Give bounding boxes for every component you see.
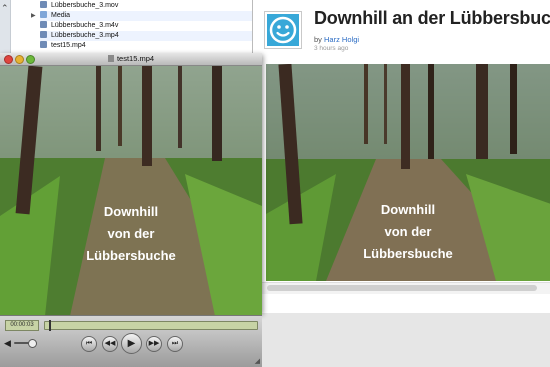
horizontal-scrollbar[interactable] [253, 282, 550, 294]
fast-forward-icon: ▶▶ [148, 340, 160, 347]
volume-slider[interactable] [14, 339, 37, 348]
volume-icon: ◀ [4, 338, 11, 348]
file-row[interactable]: test15.mp4 [40, 41, 262, 51]
previous-button[interactable]: ⏮ [81, 336, 97, 352]
previous-icon: ⏮ [85, 340, 93, 347]
file-name: test15.mp4 [51, 42, 86, 49]
movie-file-icon [40, 21, 47, 28]
playhead-scrubber[interactable] [44, 320, 258, 331]
video-frame: Downhill von der Lübbersbuche [0, 66, 262, 316]
play-icon: ▶ [127, 338, 136, 349]
file-row[interactable]: Lübbersbuche_3.m4v [40, 21, 262, 31]
movie-file-icon [40, 1, 47, 8]
movie-view[interactable]: Downhill von der Lübbersbuche [0, 66, 262, 316]
file-name: Media [51, 12, 71, 19]
window-titlebar[interactable]: test15.mp4 [0, 53, 262, 66]
upload-time: 3 hours ago [314, 45, 349, 52]
window-title-text: test15.mp4 [116, 54, 155, 63]
video-caption-line-3: Lübbersbuche [86, 248, 176, 263]
folder-icon [40, 11, 47, 18]
video-caption-line-1: Downhill [381, 202, 435, 217]
current-time-display: 00:00:03 [5, 320, 39, 331]
movie-file-icon [40, 41, 47, 48]
quicktime-window: test15.mp4 Downhill von der Lübbersbuche [0, 53, 262, 367]
finder-sidebar-edge: ⌃ [0, 0, 11, 56]
movie-file-icon [107, 55, 114, 62]
next-icon: ⏭ [171, 340, 179, 347]
play-button[interactable]: ▶ [121, 333, 142, 354]
video-caption-line-3: Lübbersbuche [363, 246, 453, 261]
playhead-knob[interactable] [49, 320, 52, 331]
chevron-up-icon: ⌃ [1, 3, 9, 13]
video-caption-line-1: Downhill [104, 204, 158, 219]
file-row[interactable]: Lübbersbuche_3.mov [40, 1, 262, 11]
video-byline: by Harz Holgi [314, 35, 359, 44]
rewind-button[interactable]: ◀◀ [102, 336, 118, 352]
user-avatar[interactable] [264, 11, 302, 49]
file-name: Lübbersbuche_3.mp4 [51, 32, 119, 39]
byline-prefix: by [314, 35, 325, 44]
window-title: test15.mp4 [0, 54, 262, 63]
embedded-video-player[interactable]: Downhill von der Lübbersbuche [266, 64, 550, 281]
video-title: Downhill an der Lübbersbuche [314, 8, 550, 28]
resize-grip-icon[interactable]: ◢ [255, 357, 260, 365]
next-button[interactable]: ⏭ [167, 336, 183, 352]
video-web-page: Downhill an der Lübbersbuche by Harz Hol… [252, 0, 550, 313]
fast-forward-button[interactable]: ▶▶ [146, 336, 162, 352]
file-name: Lübbersbuche_3.m4v [51, 22, 119, 29]
finder-file-list: ⌃ Lübbersbuche_3.mov ▶ Media Lübbersbuche… [0, 0, 262, 57]
video-caption-line-2: von der [385, 224, 432, 239]
disclosure-triangle-icon[interactable]: ▶ [31, 11, 36, 21]
rewind-icon: ◀◀ [104, 340, 116, 347]
player-controls: 00:00:03 ◀ ⏮ ◀◀ ▶ ▶▶ ⏭ ◢ [0, 315, 262, 367]
author-link[interactable]: Harz Holgi [324, 35, 359, 44]
folder-row[interactable]: ▶ Media [31, 11, 262, 21]
scrollbar-thumb[interactable] [267, 285, 537, 291]
smiley-avatar-icon [267, 14, 299, 46]
movie-file-icon [40, 31, 47, 38]
file-name: Lübbersbuche_3.mov [51, 2, 119, 9]
video-caption-line-2: von der [108, 226, 155, 241]
volume-knob[interactable] [27, 339, 37, 348]
file-row[interactable]: Lübbersbuche_3.mp4 [40, 31, 262, 41]
video-frame: Downhill von der Lübbersbuche [266, 64, 550, 281]
